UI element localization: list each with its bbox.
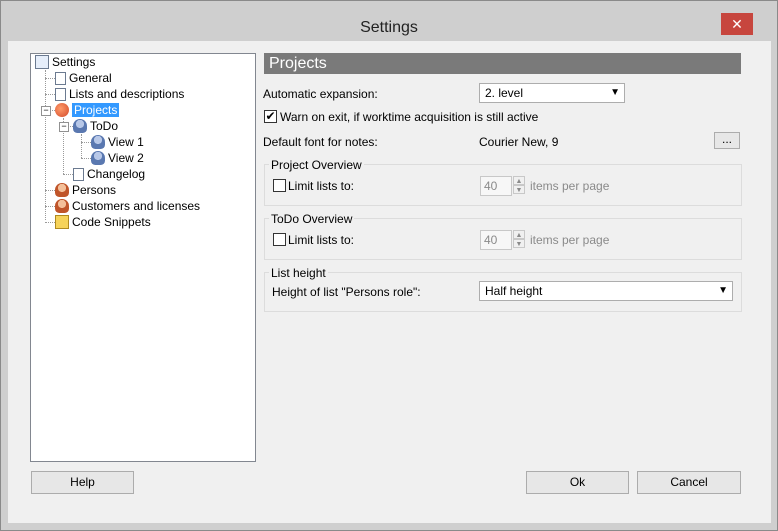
tree-item-label: Projects (72, 103, 120, 117)
tree-item-todo[interactable]: ToDo (73, 118, 118, 134)
project-limit-checkbox[interactable] (273, 179, 286, 192)
settings-tree[interactable]: − − Settings General Lists and descripti… (30, 53, 256, 462)
todo-limit-label: Limit lists to: (288, 233, 355, 247)
todo-limit-input[interactable]: 40 (480, 230, 512, 250)
tree-item-label: Settings (52, 55, 96, 69)
todo-limit-stepper[interactable]: ▲ ▼ (513, 230, 525, 250)
tree-item-label: ToDo (90, 119, 119, 133)
tree-item-label: Persons (72, 183, 117, 197)
warn-on-exit-label: Warn on exit, if worktime acquisition is… (280, 110, 539, 124)
tree-item-label: General (69, 71, 112, 85)
todo-overview-title: ToDo Overview (269, 212, 355, 226)
default-font-value: Courier New, 9 (479, 135, 559, 149)
default-font-label: Default font for notes: (263, 135, 378, 149)
tree-item-label: Lists and descriptions (69, 87, 185, 101)
view-icon (91, 151, 105, 165)
chevron-down-icon: ▼ (718, 285, 728, 296)
settings-window: Settings ✕ − − Settings General Lists an… (0, 0, 778, 531)
tree-item-view-2[interactable]: View 2 (91, 150, 144, 166)
tree-item-label: View 2 (108, 151, 144, 165)
tree-guide-line (81, 134, 82, 158)
spin-down-icon[interactable]: ▼ (513, 185, 525, 194)
automatic-expansion-label: Automatic expansion: (263, 87, 378, 101)
tree-item-projects[interactable]: Projects (55, 102, 120, 118)
ok-button[interactable]: Ok (526, 471, 629, 494)
dialog-client-area: − − Settings General Lists and descripti… (8, 41, 771, 523)
window-title: Settings (360, 19, 418, 36)
tree-item-code-snippets[interactable]: Code Snippets (55, 214, 151, 230)
automatic-expansion-select[interactable]: 2. level ▼ (479, 83, 625, 103)
persons-role-height-label: Height of list "Persons role": (272, 285, 421, 299)
tree-guide-line (45, 70, 46, 220)
close-button[interactable]: ✕ (721, 13, 753, 35)
tree-item-label: View 1 (108, 135, 144, 149)
chevron-down-icon: ▼ (610, 87, 620, 98)
tree-item-customers-and-licenses[interactable]: Customers and licenses (55, 198, 200, 214)
customers-icon (55, 199, 69, 213)
spin-up-icon[interactable]: ▲ (513, 176, 525, 185)
persons-role-height-select[interactable]: Half height ▼ (479, 281, 733, 301)
persons-icon (55, 183, 69, 197)
automatic-expansion-value: 2. level (485, 86, 524, 100)
tree-item-general[interactable]: General (55, 70, 112, 86)
settings-icon (35, 55, 49, 69)
changelog-icon (73, 168, 84, 181)
tree-item-lists-and-descriptions[interactable]: Lists and descriptions (55, 86, 184, 102)
tree-item-changelog[interactable]: Changelog (73, 166, 145, 182)
document-list-icon (55, 88, 66, 101)
spin-up-icon[interactable]: ▲ (513, 230, 525, 239)
todo-limit-checkbox[interactable] (273, 233, 286, 246)
title-bar: Settings ✕ (1, 1, 777, 41)
view-icon (91, 135, 105, 149)
cancel-button[interactable]: Cancel (637, 471, 741, 494)
tree-item-label: Customers and licenses (72, 199, 201, 213)
tree-item-settings[interactable]: Settings (35, 54, 95, 70)
warn-on-exit-checkbox[interactable]: ✔ (264, 110, 277, 123)
help-button[interactable]: Help (31, 471, 134, 494)
project-limit-stepper[interactable]: ▲ ▼ (513, 176, 525, 196)
project-limit-label: Limit lists to: (288, 179, 355, 193)
project-items-per-page-label: items per page (530, 179, 610, 193)
tree-item-label: Changelog (87, 167, 146, 181)
document-icon (55, 72, 66, 85)
panel-header: Projects (264, 53, 741, 74)
project-limit-input[interactable]: 40 (480, 176, 512, 196)
code-snippets-icon (55, 215, 69, 229)
todo-expander[interactable]: − (59, 122, 69, 132)
spin-down-icon[interactable]: ▼ (513, 239, 525, 248)
project-overview-title: Project Overview (269, 158, 364, 172)
persons-role-height-value: Half height (485, 284, 543, 298)
list-height-title: List height (269, 266, 328, 280)
projects-expander[interactable]: − (41, 106, 51, 116)
tree-item-label: Code Snippets (72, 215, 151, 229)
tree-item-view-1[interactable]: View 1 (91, 134, 144, 150)
todo-items-per-page-label: items per page (530, 233, 610, 247)
tree-item-persons[interactable]: Persons (55, 182, 116, 198)
projects-icon (55, 103, 69, 117)
choose-font-button[interactable]: ... (714, 132, 740, 149)
todo-icon (73, 119, 87, 133)
